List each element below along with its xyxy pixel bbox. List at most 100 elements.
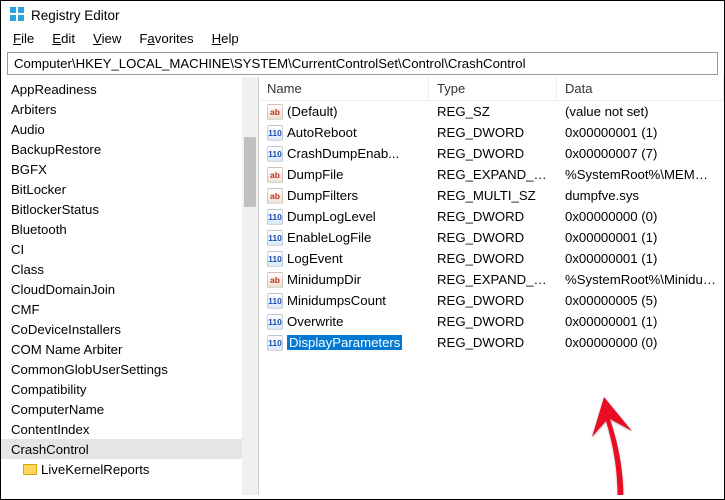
- tree-item-label: CloudDomainJoin: [11, 282, 115, 297]
- tree-item-label: BitlockerStatus: [11, 202, 99, 217]
- tree-scrollbar[interactable]: [242, 77, 258, 495]
- col-header-name[interactable]: Name: [259, 77, 429, 101]
- tree-item-label: ComputerName: [11, 402, 104, 417]
- tree-item-bgfx[interactable]: BGFX: [1, 159, 258, 179]
- value-type: REG_DWORD: [429, 292, 557, 309]
- col-header-type[interactable]: Type: [429, 77, 557, 101]
- string-value-icon: ab: [267, 188, 283, 204]
- binary-value-icon: 110: [267, 209, 283, 225]
- tree-item-label: ContentIndex: [11, 422, 89, 437]
- value-data: 0x00000001 (1): [557, 250, 724, 267]
- value-type: REG_MULTI_SZ: [429, 187, 557, 204]
- value-type: REG_DWORD: [429, 124, 557, 141]
- value-data: %SystemRoot%\MEMORY.DMP: [557, 166, 724, 183]
- list-row[interactable]: 110 MinidumpsCount REG_DWORD0x00000005 (5): [259, 290, 724, 311]
- annotation-arrow: [574, 397, 664, 495]
- tree-item-audio[interactable]: Audio: [1, 119, 258, 139]
- binary-value-icon: 110: [267, 314, 283, 330]
- value-data: 0x00000000 (0): [557, 208, 724, 225]
- value-name: DumpFilters: [287, 188, 358, 203]
- tree-panel[interactable]: AppReadiness Arbiters Audio BackupRestore BG…: [1, 77, 259, 495]
- tree-item-appreadiness[interactable]: AppReadiness: [1, 79, 258, 99]
- list-row[interactable]: abDumpFileREG_EXPAND_SZ%SystemRoot%\MEMO…: [259, 164, 724, 185]
- list-row[interactable]: 110CrashDumpEnab...REG_DWORD0x00000007 (…: [259, 143, 724, 164]
- value-type: REG_DWORD: [429, 250, 557, 267]
- tree-item-label: Audio: [11, 122, 45, 137]
- value-type: REG_DWORD: [429, 334, 557, 351]
- col-header-data[interactable]: Data: [557, 77, 724, 101]
- tree-item-contentindex[interactable]: ContentIndex: [1, 419, 258, 439]
- tree-item-label: CI: [11, 242, 24, 257]
- list-row[interactable]: 110OverwriteREG_DWORD0x00000001 (1): [259, 311, 724, 332]
- value-name: DisplayParameters: [287, 335, 402, 350]
- list-row[interactable]: 110EnableLogFileREG_DWORD0x00000001 (1): [259, 227, 724, 248]
- value-type: REG_DWORD: [429, 208, 557, 225]
- tree-item-commonglobusersettings[interactable]: CommonGlobUserSettings: [1, 359, 258, 379]
- titlebar: Registry Editor: [1, 1, 724, 29]
- tree-item-label: CoDeviceInstallers: [11, 322, 121, 337]
- value-name: MinidumpDir: [287, 272, 361, 287]
- menu-file[interactable]: File: [13, 31, 34, 46]
- value-name: AutoReboot: [287, 125, 357, 140]
- tree-item-backuprestore[interactable]: BackupRestore: [1, 139, 258, 159]
- tree-item-codeviceinstallers[interactable]: CoDeviceInstallers: [1, 319, 258, 339]
- list-row[interactable]: abDumpFiltersREG_MULTI_SZdumpfve.sys: [259, 185, 724, 206]
- value-name: (Default): [287, 104, 338, 119]
- value-data: %SystemRoot%\Minidump: [557, 271, 724, 288]
- list-header: Name Type Data: [259, 77, 724, 101]
- list-row[interactable]: 110 AutoReboot REG_DWORD0x00000001 (1): [259, 122, 724, 143]
- value-type: REG_DWORD: [429, 313, 557, 330]
- binary-value-icon: 110: [267, 251, 283, 267]
- value-type: REG_DWORD: [429, 229, 557, 246]
- tree-item-crashcontrol[interactable]: CrashControl: [1, 439, 258, 459]
- tree-item-label: CMF: [11, 302, 40, 317]
- binary-value-icon: 110: [267, 293, 283, 309]
- tree-item-ci[interactable]: CI: [1, 239, 258, 259]
- tree-item-arbiters[interactable]: Arbiters: [1, 99, 258, 119]
- tree-item-label: Arbiters: [11, 102, 56, 117]
- tree-item-cmf[interactable]: CMF: [1, 299, 258, 319]
- value-type: REG_SZ: [429, 103, 557, 120]
- list-row[interactable]: 110LogEventREG_DWORD0x00000001 (1): [259, 248, 724, 269]
- tree-item-com-name-arbiter[interactable]: COM Name Arbiter: [1, 339, 258, 359]
- tree-item-bitlockerstatus[interactable]: BitlockerStatus: [1, 199, 258, 219]
- tree-item-label: BGFX: [11, 162, 47, 177]
- value-data: 0x00000001 (1): [557, 229, 724, 246]
- value-data: 0x00000001 (1): [557, 313, 724, 330]
- address-bar[interactable]: Computer\HKEY_LOCAL_MACHINE\SYSTEM\Curre…: [7, 52, 718, 75]
- string-value-icon: ab: [267, 104, 283, 120]
- list-panel[interactable]: Name Type Data ab(Default)REG_SZ(value n…: [259, 77, 724, 495]
- tree-item-label: BitLocker: [11, 182, 66, 197]
- tree-item-class[interactable]: Class: [1, 259, 258, 279]
- menu-help[interactable]: Help: [212, 31, 239, 46]
- tree-item-bluetooth[interactable]: Bluetooth: [1, 219, 258, 239]
- string-value-icon: ab: [267, 272, 283, 288]
- tree-item-bitlocker[interactable]: BitLocker: [1, 179, 258, 199]
- value-name: MinidumpsCount: [287, 293, 386, 308]
- binary-value-icon: 110: [267, 125, 283, 141]
- tree-item-label: CrashControl: [11, 442, 89, 457]
- value-type: REG_DWORD: [429, 145, 557, 162]
- tree-item-computername[interactable]: ComputerName: [1, 399, 258, 419]
- menu-view[interactable]: View: [93, 31, 121, 46]
- binary-value-icon: 110: [267, 230, 283, 246]
- folder-icon: [23, 464, 37, 475]
- menubar: File Edit View Favorites Help: [1, 29, 724, 50]
- menu-favorites[interactable]: Favorites: [139, 31, 193, 46]
- value-data: 0x00000005 (5): [557, 292, 724, 309]
- value-data: 0x00000000 (0): [557, 334, 724, 351]
- tree-item-compatibility[interactable]: Compatibility: [1, 379, 258, 399]
- tree-item-label: LiveKernelReports: [41, 462, 150, 477]
- app-icon: [9, 6, 25, 25]
- binary-value-icon: 110: [267, 146, 283, 162]
- tree-item-label: COM Name Arbiter: [11, 342, 122, 357]
- value-data: 0x00000001 (1): [557, 124, 724, 141]
- tree-item-clouddomainjoin[interactable]: CloudDomainJoin: [1, 279, 258, 299]
- list-row[interactable]: abMinidumpDirREG_EXPAND_SZ%SystemRoot%\M…: [259, 269, 724, 290]
- list-row[interactable]: 110DumpLogLevelREG_DWORD0x00000000 (0): [259, 206, 724, 227]
- list-row[interactable]: 110DisplayParametersREG_DWORD0x00000000 …: [259, 332, 724, 353]
- scrollbar-thumb[interactable]: [244, 137, 256, 207]
- list-row[interactable]: ab(Default)REG_SZ(value not set): [259, 101, 724, 122]
- menu-edit[interactable]: Edit: [52, 31, 75, 46]
- tree-item-livekernelreports[interactable]: LiveKernelReports: [1, 459, 258, 479]
